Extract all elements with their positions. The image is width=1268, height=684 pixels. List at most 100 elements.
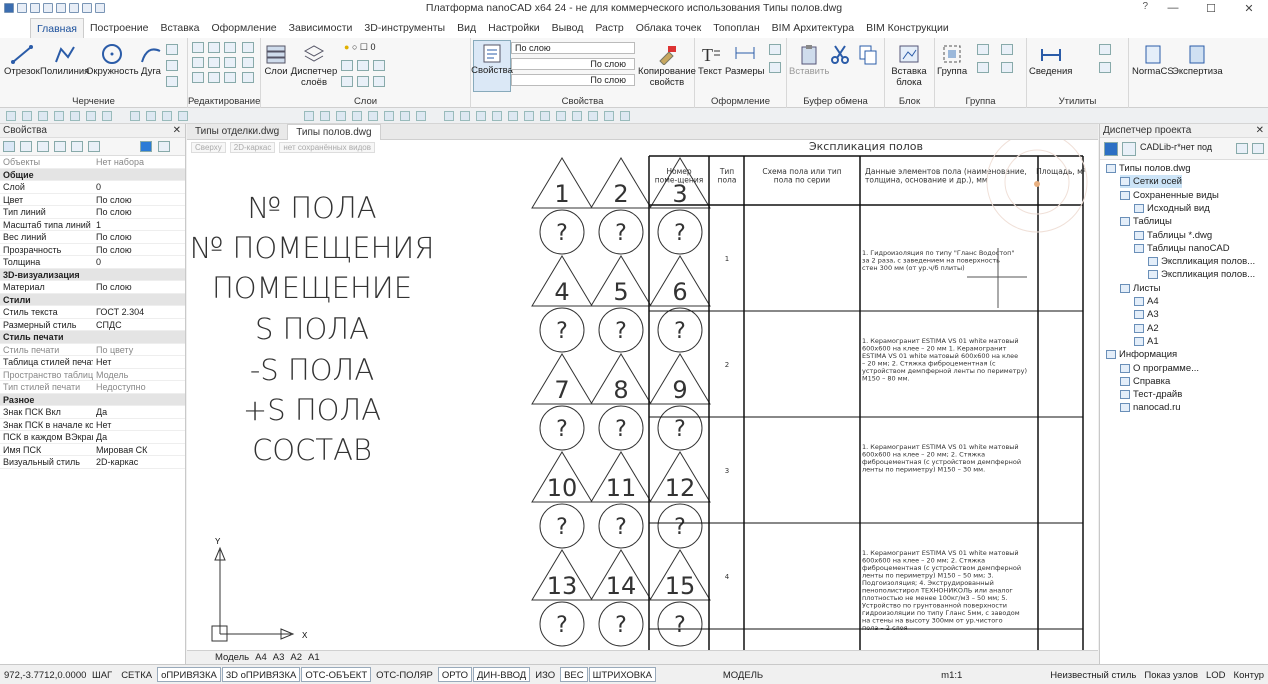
trim-icon[interactable] [224,42,236,53]
app-menu-icon[interactable] [4,3,14,13]
layer-isolate-icon[interactable] [373,60,385,71]
layer-tool-icon[interactable] [400,111,410,121]
leader-icon[interactable] [769,44,781,55]
ribbon-tab[interactable]: Вывод [546,18,590,38]
property-value[interactable]: Нет [93,419,185,431]
layer-off-icon[interactable] [357,76,369,87]
group-select-icon[interactable] [1001,44,1013,55]
ribbon-tab[interactable]: 3D-инструменты [358,18,451,38]
save-icon[interactable] [43,3,53,13]
tree-node[interactable]: Экспликация полов... [1148,268,1255,281]
layer-tool-icon[interactable] [304,111,314,121]
ribbon-tab[interactable]: Вид [451,18,482,38]
ribbon-tab[interactable]: Оформление [205,18,282,38]
ungroup-icon[interactable] [977,44,989,55]
redo-icon[interactable] [95,3,105,13]
zoom-icon[interactable] [492,111,502,121]
select-objects-icon[interactable] [3,141,15,152]
layer-tool-icon[interactable] [384,111,394,121]
array-icon[interactable] [224,72,236,83]
property-row[interactable]: Слой 0 [0,181,185,194]
table-icon[interactable] [769,62,781,73]
property-value[interactable] [93,269,185,281]
layout-tab[interactable]: A3 [273,651,285,664]
style-status[interactable]: Неизвестный стиль [1046,667,1140,682]
circle-button[interactable]: Окружность [86,42,139,77]
property-row[interactable]: Тип линий По слою [0,206,185,219]
zoom-icon[interactable] [604,111,614,121]
line-button[interactable]: Отрезок [4,42,40,77]
property-row[interactable]: Размерный стиль СПДС [0,319,185,331]
property-row[interactable]: Знак ПСК в начале коо...Нет [0,419,185,431]
line-tool-icon[interactable] [86,111,96,121]
paste-button[interactable]: Вставить [789,42,829,77]
ribbon-tab[interactable]: Топоплан [707,18,765,38]
property-value[interactable] [93,331,185,343]
info-button[interactable]: Сведения [1029,42,1072,77]
model-space-toggle[interactable]: МОДЕЛЬ [719,667,767,682]
layout-tab[interactable]: Модель [215,651,249,664]
explode-icon[interactable] [242,57,254,68]
line-tool-icon[interactable] [70,111,80,121]
layout-tab[interactable]: A1 [308,651,320,664]
insert-block-button[interactable]: Вставка блока [887,42,931,88]
zoom-icon[interactable] [508,111,518,121]
tree-node[interactable]: Сетки осей [1120,175,1182,189]
layer-tool-icon[interactable] [352,111,362,121]
tree-node[interactable]: A3 [1134,308,1159,321]
property-row[interactable]: Масштаб типа линий 1 [0,219,185,231]
copy-properties-button[interactable]: Копирование свойств [638,42,696,88]
property-row[interactable]: Таблица стилей печати Нет [0,356,185,369]
property-value[interactable] [93,169,185,181]
property-row[interactable]: Стиль печати По цвету [0,344,185,356]
document-icon[interactable] [1122,142,1136,156]
node-display[interactable]: Показ узлов [1140,667,1202,682]
tree-node[interactable]: Типы полов.dwg [1106,162,1191,175]
tree-node[interactable]: О программе... [1120,362,1199,375]
circle-tool-icon[interactable] [146,111,156,121]
status-toggle[interactable]: СЕТКА [117,667,156,682]
property-value[interactable]: По слою [93,281,185,293]
minimize-icon[interactable]: — [1154,0,1192,16]
annotation-scale[interactable]: m1:1 [937,667,966,682]
property-section[interactable]: 3D-визуализация [0,268,185,281]
polyline-button[interactable]: Полилиния [40,42,89,77]
layer-manager-button[interactable]: Диспетчер слоёв [291,42,337,88]
property-section[interactable]: Стиль печати [0,331,185,344]
tree-node[interactable]: Таблицы *.dwg [1134,229,1212,242]
tree-node[interactable]: Исходный вид [1134,202,1210,215]
zoom-icon[interactable] [556,111,566,121]
expertise-button[interactable]: Экспертиза [1172,42,1223,77]
zoom-icon[interactable] [572,111,582,121]
zoom-icon[interactable] [540,111,550,121]
ribbon-tab[interactable]: Главная [30,18,84,38]
property-section[interactable]: Общие [0,168,185,181]
settings-icon[interactable] [1252,143,1264,154]
circle-tool-icon[interactable] [162,111,172,121]
property-value[interactable]: По слою [93,244,185,256]
property-value[interactable]: 0 [93,256,185,268]
ribbon-tab[interactable]: Построение [84,18,154,38]
erase-icon[interactable] [242,42,254,53]
help-icon[interactable]: ? [1142,1,1148,12]
lineweight-combo[interactable]: По слою [511,74,635,86]
saved-views[interactable]: нет сохранённых видов [279,142,375,153]
property-row[interactable]: Тип стилей печати Недоступно [0,381,185,394]
tree-node[interactable]: Справка [1120,375,1170,388]
contour-toggle[interactable]: Контур [1230,667,1268,682]
tree-node[interactable]: Информация [1106,348,1177,361]
zoom-icon[interactable] [588,111,598,121]
open-file-icon[interactable] [30,3,40,13]
apply-icon[interactable] [140,141,152,152]
tree-node[interactable]: Таблицы nanoCAD [1134,242,1230,255]
group-edit-icon[interactable] [977,62,989,73]
status-toggle[interactable]: ВЕС [560,667,588,682]
ribbon-tab[interactable]: Облака точек [630,18,707,38]
property-row[interactable]: ПСК в каждом ВЭкране Да [0,431,185,444]
tree-node[interactable]: A4 [1134,295,1159,308]
document-tab[interactable]: Типы отделки.dwg [187,124,287,140]
rotate-icon[interactable] [208,42,220,53]
status-toggle[interactable]: ДИН-ВВОД [472,667,531,682]
property-row[interactable]: Толщина 0 [0,256,185,269]
ribbon-tab[interactable]: BIM Конструкции [860,18,955,38]
